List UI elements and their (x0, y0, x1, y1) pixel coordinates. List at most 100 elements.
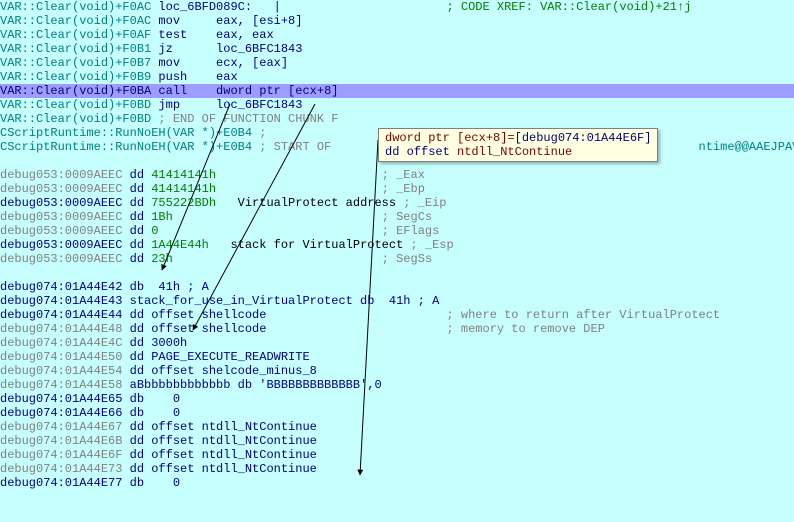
disasm-line[interactable]: debug074:01A44E54 dd offset shelcode_min… (0, 364, 794, 378)
address: debug074:01A44E67 (0, 420, 122, 434)
instruction: push eax (151, 70, 237, 84)
line-prefix: VAR::Clear(void)+F0BD (0, 98, 151, 112)
address: debug074:01A44E43 (0, 294, 122, 308)
body: aBbbbbbbbbbbbb db 'BBBBBBBBBBBBB',0 (122, 378, 381, 392)
instruction: call dword ptr [ecx+8] (151, 84, 338, 98)
address: debug074:01A44E6B (0, 434, 122, 448)
value: 23h (151, 252, 173, 266)
annotation: VirtualProtect address (216, 196, 396, 210)
disasm-line[interactable]: VAR::Clear(void)+F0BD jmp loc_6BFC1843 (0, 98, 794, 112)
address: debug074:01A44E54 (0, 364, 122, 378)
comment: ; SegCs (382, 210, 432, 224)
directive: dd (122, 224, 151, 238)
line-prefix: VAR::Clear(void)+F0BA (0, 84, 151, 98)
line-prefix: CScriptRuntime::RunNoEH(VAR *)+E0B4 (0, 126, 252, 140)
disasm-line[interactable]: VAR::Clear(void)+F0BD ; END OF FUNCTION … (0, 112, 794, 126)
comment: ; _Ebp (382, 182, 425, 196)
body: dd 3000h (122, 336, 187, 350)
disasm-line[interactable]: debug074:01A44E77 db 0 (0, 476, 794, 490)
body: dd offset ntdll_NtContinue (122, 420, 316, 434)
body: dd offset shellcode (122, 308, 266, 322)
disasm-line[interactable]: debug074:01A44E43 stack_for_use_in_Virtu… (0, 294, 794, 308)
disasm-line[interactable]: debug074:01A44E42 db 41h ; A (0, 280, 794, 294)
disasm-line[interactable]: debug074:01A44E65 db 0 (0, 392, 794, 406)
value: 1A44E44h (151, 238, 209, 252)
disasm-line[interactable]: VAR::Clear(void)+F0BA call dword ptr [ec… (0, 84, 794, 98)
line-prefix: VAR::Clear(void)+F0B7 (0, 56, 151, 70)
address: debug074:01A44E6F (0, 448, 122, 462)
disasm-line[interactable]: debug053:0009AEEC dd 0 ; EFlags (0, 224, 794, 238)
disasm-line[interactable]: debug074:01A44E6B dd offset ntdll_NtCont… (0, 434, 794, 448)
comment: ; where to return after VirtualProtect (266, 308, 720, 322)
address: debug053:0009AEEC (0, 196, 122, 210)
disasm-line[interactable]: debug074:01A44E73 dd offset ntdll_NtCont… (0, 462, 794, 476)
address: debug053:0009AEEC (0, 224, 122, 238)
disasm-line[interactable]: VAR::Clear(void)+F0B1 jz loc_6BFC1843 (0, 42, 794, 56)
directive: dd (122, 238, 151, 252)
line-prefix: CScriptRuntime::RunNoEH(VAR *)+E0B4 (0, 140, 252, 154)
directive: dd (122, 252, 151, 266)
disasm-line[interactable]: debug074:01A44E4C dd 3000h (0, 336, 794, 350)
address: debug074:01A44E58 (0, 378, 122, 392)
value: 1Bh (151, 210, 173, 224)
address: debug074:01A44E50 (0, 350, 122, 364)
value: 41414141h (151, 182, 216, 196)
disasm-line[interactable]: debug074:01A44E66 db 0 (0, 406, 794, 420)
disasm-line[interactable]: VAR::Clear(void)+F0B7 mov ecx, [eax] (0, 56, 794, 70)
directive: dd (122, 182, 151, 196)
address: debug053:0009AEEC (0, 238, 122, 252)
comment: ; _Eip (403, 196, 446, 210)
xref: ; CODE XREF: VAR::Clear(void)+21↑j (281, 0, 691, 14)
disasm-line[interactable]: VAR::Clear(void)+F0B9 push eax (0, 70, 794, 84)
instruction: jmp loc_6BFC1843 (151, 98, 302, 112)
body: dd offset ntdll_NtContinue (122, 448, 316, 462)
comment: ; (252, 126, 274, 140)
body: dd offset shellcode (122, 322, 266, 336)
disasm-line[interactable]: debug053:0009AEEC dd 755222BDh VirtualPr… (0, 196, 794, 210)
address: debug053:0009AEEC (0, 210, 122, 224)
disasm-line[interactable]: debug053:0009AEEC dd 1A44E44h stack for … (0, 238, 794, 252)
line-prefix: VAR::Clear(void)+F0B1 (0, 42, 151, 56)
value: 755222BDh (151, 196, 216, 210)
disasm-line[interactable]: debug074:01A44E6F dd offset ntdll_NtCont… (0, 448, 794, 462)
disasm-line[interactable]: debug053:0009AEEC dd 41414141h ; _Ebp (0, 182, 794, 196)
disasm-line[interactable]: debug074:01A44E67 dd offset ntdll_NtCont… (0, 420, 794, 434)
line-prefix: VAR::Clear(void)+F0BD (0, 112, 151, 126)
comment: ; SegSs (382, 252, 432, 266)
disasm-line[interactable]: debug053:0009AEEC dd 1Bh ; SegCs (0, 210, 794, 224)
comment: ; memory to remove DEP (266, 322, 604, 336)
address: debug053:0009AEEC (0, 252, 122, 266)
instruction: test eax, eax (151, 28, 273, 42)
line-prefix: VAR::Clear(void)+F0AC (0, 14, 151, 28)
body: db 0 (122, 476, 180, 490)
disasm-line[interactable]: debug053:0009AEEC dd 23h ; SegSs (0, 252, 794, 266)
disasm-line[interactable]: debug074:01A44E44 dd offset shellcode ; … (0, 308, 794, 322)
comment: ; _Esp (410, 238, 453, 252)
body: db 41h ; A (122, 280, 208, 294)
comment: ; START OF (252, 140, 338, 154)
body: dd PAGE_EXECUTE_READWRITE (122, 350, 309, 364)
disasm-line[interactable]: VAR::Clear(void)+F0AF test eax, eax (0, 28, 794, 42)
body: db 0 (122, 392, 180, 406)
directive: dd (122, 210, 151, 224)
address: debug074:01A44E44 (0, 308, 122, 322)
body: db 0 (122, 406, 180, 420)
disasm-line[interactable]: debug053:0009AEEC dd 41414141h ; _Eax (0, 168, 794, 182)
disasm-line[interactable]: VAR::Clear(void)+F0AC loc_6BFD089C: | ; … (0, 0, 794, 14)
line-prefix: VAR::Clear(void)+F0AC (0, 0, 151, 14)
label: loc_6BFD089C: | (151, 0, 281, 14)
body: stack_for_use_in_VirtualProtect db 41h ;… (122, 294, 439, 308)
body: dd offset ntdll_NtContinue (122, 462, 316, 476)
disasm-line[interactable]: debug074:01A44E48 dd offset shellcode ; … (0, 322, 794, 336)
address: debug074:01A44E4C (0, 336, 122, 350)
line-prefix: VAR::Clear(void)+F0B9 (0, 70, 151, 84)
address: debug074:01A44E65 (0, 392, 122, 406)
address: debug074:01A44E42 (0, 280, 122, 294)
directive: dd (122, 168, 151, 182)
disasm-line[interactable]: debug074:01A44E50 dd PAGE_EXECUTE_READWR… (0, 350, 794, 364)
disasm-line[interactable]: debug074:01A44E58 aBbbbbbbbbbbbb db 'BBB… (0, 378, 794, 392)
disasm-tooltip: dword ptr [ecx+8]=[debug074:01A44E6F] dd… (378, 128, 658, 162)
disasm-line[interactable]: VAR::Clear(void)+F0AC mov eax, [esi+8] (0, 14, 794, 28)
line-prefix: VAR::Clear(void)+F0AF (0, 28, 151, 42)
value: 41414141h (151, 168, 216, 182)
